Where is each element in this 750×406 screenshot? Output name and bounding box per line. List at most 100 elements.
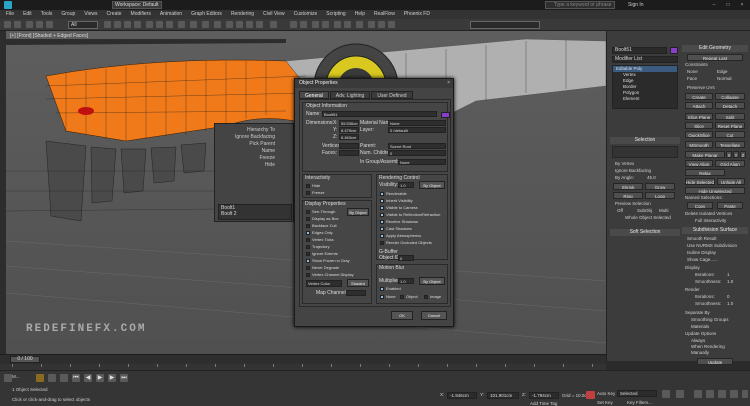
stack-item-element[interactable]: Element [613, 96, 677, 102]
ribbon-icon[interactable] [322, 21, 329, 28]
update-button[interactable]: Update [697, 358, 733, 365]
workspace-dropdown[interactable]: Workspace: Default [112, 1, 162, 9]
rendered-frame-icon[interactable] [378, 21, 385, 28]
ok-button[interactable]: OK [391, 311, 413, 320]
window-crossing-icon[interactable] [134, 21, 141, 28]
angle-value[interactable]: 45.0 [647, 175, 656, 181]
object-color-swatch[interactable] [441, 112, 450, 118]
menu-item-help[interactable]: Help [355, 10, 365, 19]
spinner-snap-icon[interactable] [256, 21, 263, 28]
auto-key-label[interactable]: Auto Key [597, 391, 615, 396]
app-logo-icon[interactable] [4, 1, 12, 9]
edit-geometry-header[interactable]: Edit Geometry [682, 45, 748, 52]
quickslice-button[interactable]: QuickSlice [685, 131, 713, 138]
select-by-name-icon[interactable] [114, 21, 121, 28]
material-editor-icon[interactable] [356, 21, 363, 28]
minimize-icon[interactable]: – [709, 1, 719, 9]
shaded-button[interactable]: Shaded [347, 279, 369, 287]
see-through-checkbox[interactable]: See-Through [306, 209, 335, 214]
percent-snap-icon[interactable] [246, 21, 253, 28]
visible-reflection-checkbox[interactable]: Visible to Reflection/Refraction [380, 212, 440, 217]
maximize-viewport-icon[interactable] [742, 390, 748, 398]
smooth-result-checkbox[interactable]: Smooth Result [687, 236, 717, 242]
redo-icon[interactable] [14, 21, 21, 28]
constraint-edge-radio[interactable]: Edge [717, 69, 728, 75]
object-name-field[interactable]: Boolt51 [612, 47, 667, 54]
rect-selection-icon[interactable] [124, 21, 131, 28]
vertex-channel-display-checkbox[interactable]: Vertex Channel Display [306, 272, 354, 277]
menu-item-animation[interactable]: Animation [160, 10, 182, 19]
menu-item-graph-editors[interactable]: Graph Editors [191, 10, 222, 19]
named-selection-icon[interactable] [270, 21, 277, 28]
menu-item-customize[interactable]: Customize [294, 10, 318, 19]
modifier-list-dropdown[interactable]: Modifier List [612, 56, 678, 63]
never-degrade-checkbox[interactable]: Never Degrade [306, 265, 339, 270]
render-occluded-checkbox[interactable]: Render Occluded Objects [380, 240, 432, 245]
zoom-icon[interactable] [694, 390, 702, 398]
planar-y-button[interactable]: Y [733, 151, 739, 158]
close-icon[interactable]: × [447, 79, 450, 88]
render-smoothness-value[interactable]: 1.0 [727, 301, 733, 307]
detach-button[interactable]: Detach [715, 102, 745, 109]
hide-unselected-button[interactable]: Hide Unselected [685, 187, 745, 194]
cancel-button[interactable]: Cancel [421, 311, 447, 320]
selection-header[interactable]: Selection [610, 137, 680, 144]
orbit-icon[interactable] [730, 390, 738, 398]
make-planar-button[interactable]: Make Planar [685, 151, 725, 158]
renderable-checkbox[interactable]: Renderable [380, 191, 407, 196]
list-item[interactable]: Boolt 2 [219, 211, 291, 217]
layer-explorer-icon[interactable] [312, 21, 319, 28]
render-iterations-value[interactable]: 0 [727, 294, 730, 300]
show-cage-checkbox[interactable]: Show Cage...... [687, 257, 718, 263]
render-by-object-button[interactable]: By Object [419, 181, 445, 189]
key-filters-button[interactable]: Key Filters... [627, 400, 652, 405]
sign-in-link[interactable]: Sign In [628, 1, 644, 9]
mirror-icon[interactable] [290, 21, 297, 28]
freeze-checkbox[interactable]: Freeze [306, 190, 324, 195]
set-key-icon[interactable] [586, 391, 595, 399]
soft-selection-header[interactable]: Soft Selection [610, 229, 680, 236]
view-align-button[interactable]: View Align [685, 160, 713, 167]
unhide-all-button[interactable]: Unhide All [717, 178, 745, 185]
ignore-backfacing-checkbox[interactable]: Ignore Backfacing [615, 168, 651, 174]
vertex-color-dropdown[interactable]: Vertex Color [306, 280, 342, 287]
slice-button[interactable]: Slice [685, 122, 713, 129]
collapse-button[interactable]: Collapse [715, 93, 745, 100]
menu-item-views[interactable]: Views [84, 10, 97, 19]
materials-checkbox[interactable]: Materials [691, 324, 709, 330]
tab-user-defined[interactable]: User Defined [371, 91, 413, 99]
show-frozen-gray-checkbox[interactable]: Show Frozen in Gray [306, 258, 350, 263]
preview-off-radio[interactable]: Off [617, 208, 623, 214]
previous-frame-icon[interactable]: ◀ [84, 374, 92, 382]
search-input[interactable]: Type a keyword or phrase [545, 1, 615, 9]
modifier-stack[interactable]: Editable Poly Vertex Edge Border Polygon… [612, 65, 678, 109]
play-icon[interactable]: ▶ [96, 374, 104, 382]
object-color-swatch[interactable] [670, 47, 678, 54]
multiplier-field[interactable]: 1.0 [398, 278, 414, 284]
bind-space-warp-icon[interactable] [46, 21, 53, 28]
pan-icon[interactable] [718, 390, 726, 398]
msmooth-button[interactable]: MSmooth [685, 141, 713, 148]
rotate-icon[interactable] [156, 21, 163, 28]
hide-checkbox[interactable]: Hide [306, 183, 320, 188]
subdivision-surface-header[interactable]: Subdivision Surface [682, 227, 748, 234]
menu-item-file[interactable]: File [6, 10, 14, 19]
update-manually-radio[interactable]: Manually [691, 350, 709, 356]
go-to-end-icon[interactable]: ⏭ [120, 374, 128, 382]
time-slider[interactable]: 0 / 100 [0, 354, 606, 364]
motion-blur-by-object-button[interactable]: By Object [419, 277, 445, 285]
ring-button[interactable]: Ring [613, 192, 643, 199]
curve-editor-icon[interactable] [334, 21, 341, 28]
constraint-normal-radio[interactable]: Normal [717, 76, 732, 82]
ignore-extents-checkbox[interactable]: Ignore Extents [306, 251, 338, 256]
create-button[interactable]: Create [685, 93, 713, 100]
repeat-last-button[interactable]: Repeat Last [687, 54, 743, 61]
close-icon[interactable]: × [737, 1, 747, 9]
blur-object-radio[interactable]: Object [400, 294, 418, 299]
planar-x-button[interactable]: X [726, 151, 732, 158]
next-frame-icon[interactable]: ▶ [108, 374, 116, 382]
blur-none-radio[interactable]: None [380, 294, 396, 299]
dialog-title[interactable]: Object Properties [295, 79, 453, 88]
paste-button[interactable]: Paste [717, 202, 743, 209]
time-config-icon[interactable] [676, 390, 684, 398]
